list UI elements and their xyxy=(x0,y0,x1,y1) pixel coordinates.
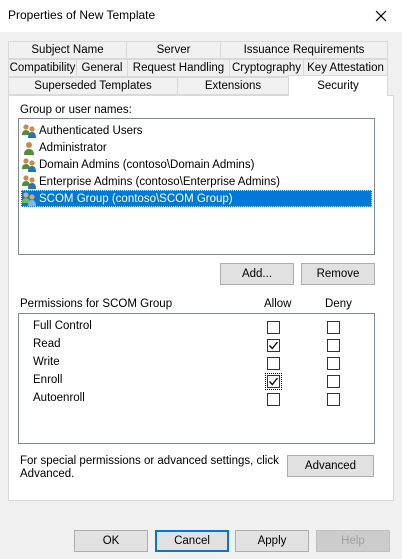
cancel-button[interactable]: Cancel xyxy=(155,530,229,552)
autoenroll-deny-checkbox[interactable] xyxy=(327,393,340,406)
users-listbox[interactable]: Authenticated Users Administrator Domain… xyxy=(18,118,375,255)
checkmark-icon xyxy=(269,377,279,386)
permission-name: Enroll xyxy=(33,374,63,386)
full-control-allow-checkbox[interactable] xyxy=(267,321,280,334)
user-name: Enterprise Admins (contoso\Enterprise Ad… xyxy=(39,175,280,188)
list-item-selected[interactable]: SCOM Group (contoso\SCOM Group) xyxy=(21,190,372,207)
write-deny-checkbox[interactable] xyxy=(327,357,340,370)
group-icon xyxy=(21,123,37,139)
group-icon xyxy=(21,157,37,173)
group-icon xyxy=(21,191,37,207)
user-name: Authenticated Users xyxy=(39,124,143,137)
tab-request-handling[interactable]: Request Handling xyxy=(127,59,230,77)
read-allow-checkbox[interactable] xyxy=(267,339,280,352)
deny-header: Deny xyxy=(325,298,352,310)
enroll-deny-checkbox[interactable] xyxy=(327,375,340,388)
permission-row-enroll: Enroll xyxy=(33,373,373,390)
group-or-user-names-label: Group or user names: xyxy=(20,104,132,116)
write-allow-checkbox[interactable] xyxy=(267,357,280,370)
permission-name: Autoenroll xyxy=(33,392,85,404)
special-permissions-text-line1: For special permissions or advanced sett… xyxy=(20,455,279,467)
tab-server[interactable]: Server xyxy=(126,41,221,59)
group-icon xyxy=(21,174,37,190)
permissions-label: Permissions for SCOM Group xyxy=(20,298,173,310)
permission-row-full-control: Full Control xyxy=(33,319,373,336)
allow-header: Allow xyxy=(264,298,292,310)
user-name: Administrator xyxy=(39,141,107,154)
tab-issuance-requirements[interactable]: Issuance Requirements xyxy=(220,41,388,59)
help-button[interactable]: Help xyxy=(316,530,390,552)
permission-name: Read xyxy=(33,338,61,350)
autoenroll-allow-checkbox[interactable] xyxy=(267,393,280,406)
user-icon xyxy=(21,140,37,156)
permissions-list: Full Control Read Write Enroll Autoenrol… xyxy=(18,313,375,444)
permission-name: Write xyxy=(33,356,60,368)
tab-extensions[interactable]: Extensions xyxy=(177,77,289,95)
window-title: Properties of New Template xyxy=(8,8,156,22)
tab-superseded-templates[interactable]: Superseded Templates xyxy=(8,77,178,95)
remove-button[interactable]: Remove xyxy=(301,263,375,285)
list-item[interactable]: Enterprise Admins (contoso\Enterprise Ad… xyxy=(21,173,284,190)
list-item[interactable]: Administrator xyxy=(21,139,111,156)
permission-row-autoenroll: Autoenroll xyxy=(33,391,373,408)
add-button[interactable]: Add... xyxy=(220,263,294,285)
special-permissions-text-line2: Advanced. xyxy=(20,468,75,480)
tab-compatibility[interactable]: Compatibility xyxy=(8,59,77,77)
advanced-button[interactable]: Advanced xyxy=(287,455,374,477)
close-button[interactable] xyxy=(366,2,396,30)
title-bar: Properties of New Template xyxy=(0,0,402,32)
tab-general[interactable]: General xyxy=(76,59,128,77)
ok-button[interactable]: OK xyxy=(74,530,148,552)
permission-row-write: Write xyxy=(33,355,373,372)
tab-security[interactable]: Security xyxy=(288,75,388,96)
user-name: Domain Admins (contoso\Domain Admins) xyxy=(39,158,255,171)
permission-name: Full Control xyxy=(33,320,92,332)
user-name: SCOM Group (contoso\SCOM Group) xyxy=(39,192,233,205)
tab-subject-name[interactable]: Subject Name xyxy=(8,41,127,59)
list-item[interactable]: Domain Admins (contoso\Domain Admins) xyxy=(21,156,258,173)
close-icon xyxy=(375,10,387,22)
enroll-allow-checkbox[interactable] xyxy=(265,373,282,390)
read-deny-checkbox[interactable] xyxy=(327,339,340,352)
checkmark-icon xyxy=(269,341,279,350)
list-item[interactable]: Authenticated Users xyxy=(21,122,147,139)
apply-button[interactable]: Apply xyxy=(235,530,309,552)
full-control-deny-checkbox[interactable] xyxy=(327,321,340,334)
permission-row-read: Read xyxy=(33,337,373,354)
